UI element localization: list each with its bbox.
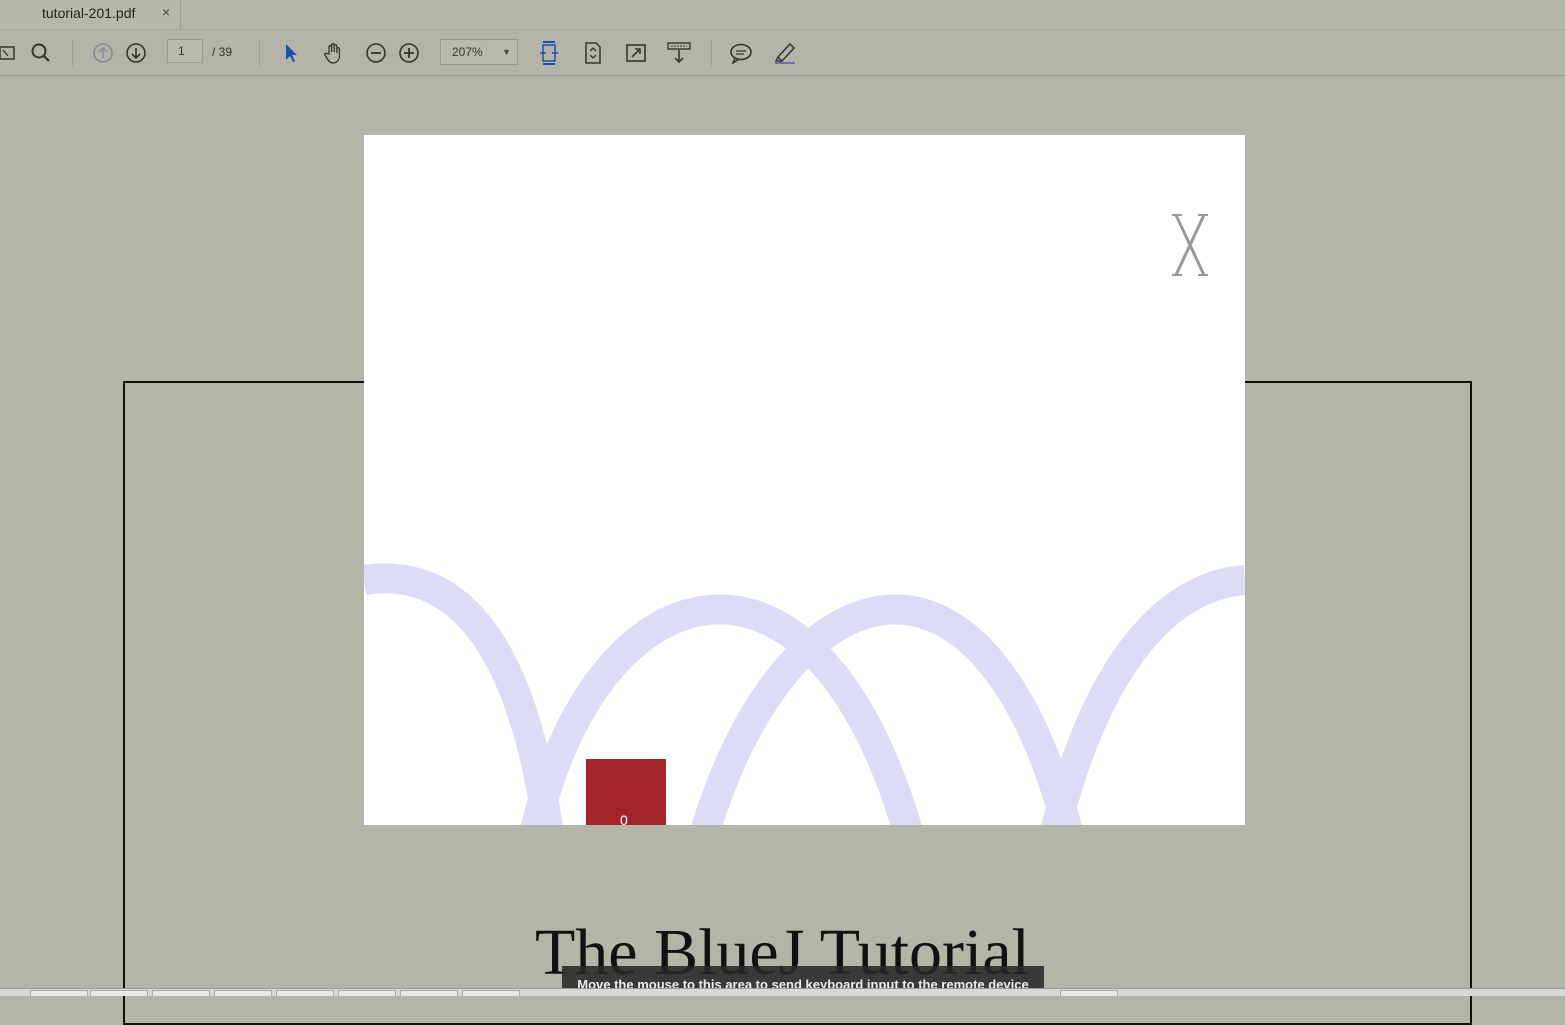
toolbar-separator: [711, 40, 712, 66]
sidebar-toggle-icon[interactable]: [0, 38, 22, 68]
tab-title: tutorial-201.pdf: [42, 5, 136, 21]
page-number-input[interactable]: 1: [167, 39, 203, 63]
previous-page-icon[interactable]: [88, 38, 118, 68]
toolbar-separator: [72, 40, 73, 66]
taskbar-item[interactable]: [462, 990, 520, 996]
taskbar-item[interactable]: [400, 990, 458, 996]
slide-graphic: 0: [364, 214, 1245, 825]
taskbar-item[interactable]: [90, 990, 148, 996]
taskbar-item[interactable]: [30, 990, 88, 996]
chevron-down-icon: ▼: [502, 47, 511, 57]
tab-bar: tutorial-201.pdf ×: [0, 0, 1565, 30]
hand-tool-icon[interactable]: [319, 38, 349, 68]
search-icon[interactable]: [26, 38, 56, 68]
toolbar-separator: [259, 40, 260, 66]
taskbar-item[interactable]: [276, 990, 334, 996]
zoom-level-value: 207%: [452, 45, 483, 59]
taskbar-item[interactable]: [214, 990, 272, 996]
taskbar-item[interactable]: [338, 990, 396, 996]
fullscreen-icon[interactable]: [621, 38, 651, 68]
zoom-in-icon[interactable]: [394, 38, 424, 68]
select-arrow-icon[interactable]: [276, 38, 306, 68]
fit-width-icon[interactable]: [534, 38, 564, 68]
zoom-out-icon[interactable]: [361, 38, 391, 68]
comment-icon[interactable]: [726, 38, 756, 68]
pdf-toolbar: 1 / 39 207% ▼: [0, 30, 1565, 76]
taskbar-item[interactable]: [1060, 990, 1118, 996]
slide-block-label: 0: [620, 812, 628, 825]
tab-document[interactable]: tutorial-201.pdf ×: [0, 0, 181, 29]
zoom-level-select[interactable]: 207% ▼: [440, 39, 518, 65]
fit-page-icon[interactable]: [578, 38, 608, 68]
next-page-icon[interactable]: [121, 38, 151, 68]
embedded-slide-image: 0: [364, 135, 1245, 825]
decorative-arcs: [364, 563, 1245, 825]
page-total: / 39: [212, 45, 233, 59]
slide-x-mark: [1172, 214, 1208, 276]
highlight-icon[interactable]: [770, 38, 800, 68]
scroll-mode-icon[interactable]: [664, 38, 694, 68]
taskbar-item[interactable]: [152, 990, 210, 996]
tab-close-icon[interactable]: ×: [162, 4, 170, 20]
